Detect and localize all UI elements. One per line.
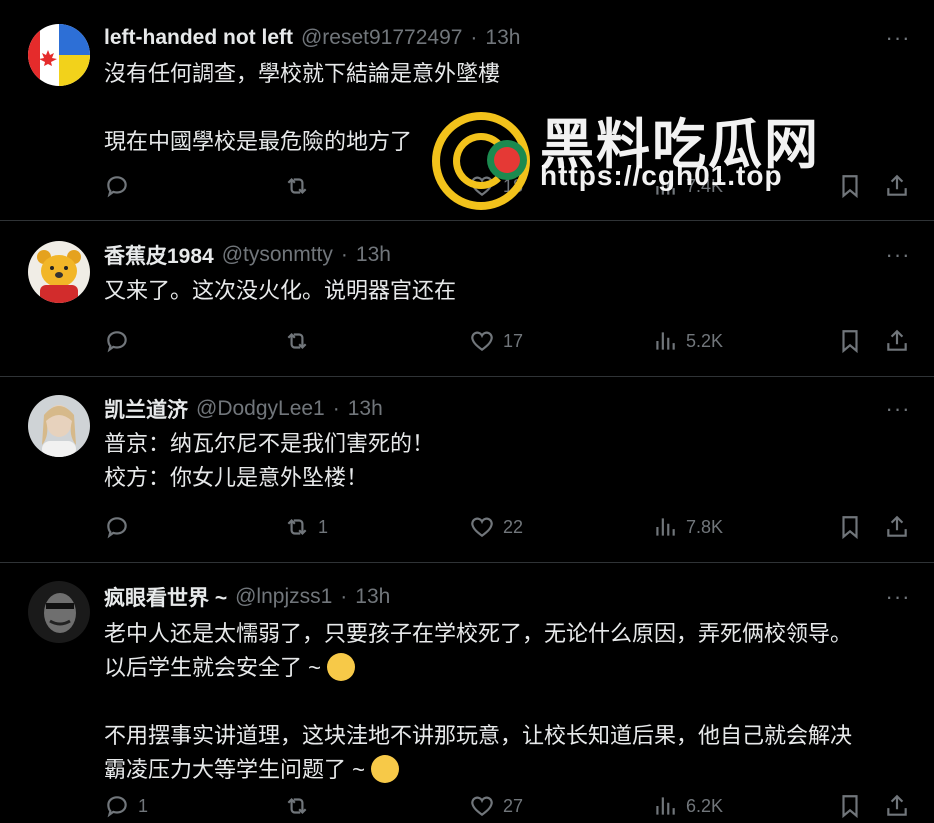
bookmark-icon [842, 795, 858, 819]
bookmark-icon [842, 175, 858, 199]
retweet-button[interactable] [284, 173, 318, 199]
retweet-count: 1 [318, 516, 329, 537]
watermark: 黑料吃瓜网 https://cgh01.top [430, 112, 830, 222]
share-icon [887, 515, 907, 537]
author-handle[interactable]: @lnpjzss1 [235, 585, 332, 609]
watermark-url: https://cgh01.top [540, 160, 783, 191]
reply-button[interactable] [104, 328, 138, 354]
like-button[interactable]: 17 [469, 328, 523, 354]
tweet-actions: 1 27 6.2K [104, 789, 916, 823]
tweet-text: 老中人还是太懦弱了，只要孩子在学校死了，无论什么原因，弄死俩校领导。 以后学生就… [104, 617, 910, 787]
masked-face-avatar-icon[interactable] [28, 581, 90, 643]
author-handle[interactable]: @DodgyLee1 [196, 397, 325, 421]
tweet-actions: 17 5.2K [104, 324, 916, 358]
tweet[interactable]: 凯兰道济 @DodgyLee1 · 13h ··· 普京：纳瓦尔尼不是我们害死的… [0, 377, 934, 563]
retweet-button[interactable]: 1 [284, 514, 328, 540]
author-handle[interactable]: @tysonmtty [222, 243, 333, 267]
bookmark-button[interactable] [837, 328, 863, 354]
separator-dot: · [340, 585, 348, 608]
author-name[interactable]: 疯眼看世界 ~ [104, 582, 227, 612]
share-icon [887, 174, 907, 196]
like-count: 22 [503, 516, 524, 537]
reply-button[interactable] [104, 514, 138, 540]
more-options-icon[interactable]: ··· [884, 395, 912, 423]
separator-dot: · [332, 397, 340, 420]
timestamp[interactable]: 13h [355, 585, 390, 609]
tweet-text-line: 老中人还是太懦弱了，只要孩子在学校死了，无论什么原因，弄死俩校领导。 [104, 621, 853, 646]
bookmark-icon [842, 330, 858, 354]
tweet[interactable]: 疯眼看世界 ~ @lnpjzss1 · 13h ··· 老中人还是太懦弱了，只要… [0, 563, 934, 819]
timestamp[interactable]: 13h [356, 243, 391, 267]
tweet-text: 又来了。这次没火化。说明器官还在 [104, 278, 457, 303]
more-options-icon[interactable]: ··· [884, 241, 912, 269]
retweet-button[interactable] [284, 793, 318, 819]
views-chart-icon [656, 332, 675, 350]
like-button[interactable]: 22 [469, 514, 523, 540]
bookmark-button[interactable] [837, 793, 863, 819]
share-button[interactable] [884, 793, 910, 819]
views-chart-icon [656, 518, 675, 536]
heart-icon [471, 517, 493, 537]
tweet[interactable]: 香蕉皮1984 @tysonmtty · 13h ··· 又来了。这次没火化。说… [0, 221, 934, 377]
bookmark-icon [842, 516, 858, 540]
reply-button[interactable]: 1 [104, 793, 148, 819]
tweet-text-line: 霸凌压力大等学生问题了 ~ [104, 753, 910, 787]
views-count: 6.2K [686, 795, 724, 816]
share-button[interactable] [884, 173, 910, 199]
author-name[interactable]: left-handed not left [104, 26, 293, 50]
reply-icon [107, 517, 127, 539]
retweet-button[interactable] [284, 328, 318, 354]
flag-avatar-icon[interactable] [28, 24, 90, 86]
timestamp[interactable]: 13h [485, 26, 520, 50]
author-name[interactable]: 凯兰道济 [104, 394, 188, 424]
retweet-icon [287, 177, 307, 195]
like-button[interactable]: 27 [469, 793, 523, 819]
share-icon [887, 329, 907, 351]
separator-dot: · [470, 26, 478, 49]
views-button[interactable]: 5.2K [652, 328, 723, 354]
views-count: 5.2K [686, 330, 724, 351]
author-handle[interactable]: @reset91772497 [301, 26, 462, 50]
bear-avatar-icon[interactable] [28, 241, 90, 303]
retweet-icon [287, 797, 307, 815]
tweet-feed: left-handed not left @reset91772497 · 13… [0, 0, 934, 819]
reply-count: 1 [138, 795, 149, 816]
bookmark-button[interactable] [837, 173, 863, 199]
retweet-icon [287, 332, 307, 350]
like-count: 27 [503, 795, 524, 816]
separator-dot: · [340, 243, 348, 266]
share-button[interactable] [884, 328, 910, 354]
share-button[interactable] [884, 514, 910, 540]
bookmark-button[interactable] [837, 514, 863, 540]
reply-button[interactable] [104, 173, 138, 199]
like-count: 17 [503, 330, 524, 351]
portrait-avatar-icon[interactable] [28, 395, 90, 457]
views-count: 7.8K [686, 516, 724, 537]
timestamp[interactable]: 13h [348, 397, 383, 421]
views-button[interactable]: 6.2K [652, 793, 723, 819]
tweet-text: 普京：纳瓦尔尼不是我们害死的！ 校方：你女儿是意外坠楼！ [104, 431, 435, 490]
tweet-text-line: 不用摆事实讲道理，这块洼地不讲那玩意，让校长知道后果，他自己就会解决 [104, 723, 853, 748]
more-options-icon[interactable]: ··· [884, 24, 912, 52]
reply-icon [107, 176, 127, 198]
tweet-actions: 1 22 7.8K [104, 510, 916, 544]
watermelon-icon [487, 140, 527, 180]
laughing-face-emoji-icon [371, 755, 400, 784]
views-button[interactable]: 7.8K [652, 514, 723, 540]
heart-icon [471, 331, 493, 351]
heart-icon [471, 796, 493, 816]
reply-icon [107, 796, 127, 818]
tweet-text-line: 以后学生就会安全了 ~ [104, 651, 910, 685]
sleepy-face-emoji-icon [327, 653, 356, 682]
retweet-icon [287, 518, 307, 536]
author-name[interactable]: 香蕉皮1984 [104, 240, 214, 270]
reply-icon [107, 331, 127, 353]
more-options-icon[interactable]: ··· [884, 583, 912, 611]
views-chart-icon [656, 797, 675, 815]
share-icon [887, 794, 907, 816]
